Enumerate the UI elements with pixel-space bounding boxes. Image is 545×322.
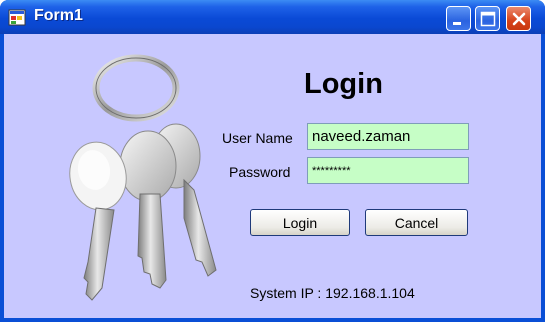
form-app-icon <box>8 9 26 26</box>
login-button[interactable]: Login <box>250 209 350 236</box>
password-label: Password <box>229 164 291 180</box>
close-button[interactable] <box>506 6 531 31</box>
window-border-bottom[interactable] <box>0 318 545 322</box>
maximize-icon <box>480 11 496 27</box>
login-heading: Login <box>304 68 383 100</box>
system-ip-text: System IP : 192.168.1.104 <box>250 285 415 301</box>
window-border-left[interactable] <box>0 34 4 322</box>
window-title: Form1 <box>34 7 83 24</box>
cancel-button[interactable]: Cancel <box>365 209 468 236</box>
minimize-button[interactable] <box>446 6 471 31</box>
password-input[interactable] <box>307 157 469 184</box>
title-bar[interactable]: Form1 <box>0 0 545 34</box>
username-input[interactable] <box>307 123 469 150</box>
form-client-area: Login User Name Password Login Cancel Sy… <box>4 34 541 318</box>
close-icon <box>512 12 526 26</box>
window-border-right[interactable] <box>541 34 545 322</box>
minimize-icon <box>453 22 461 25</box>
maximize-button[interactable] <box>475 6 500 31</box>
login-window: Form1 Login User Name naveed.zaman Passw… <box>0 0 545 322</box>
username-label: User Name <box>222 130 293 146</box>
keys-icon <box>69 54 217 301</box>
